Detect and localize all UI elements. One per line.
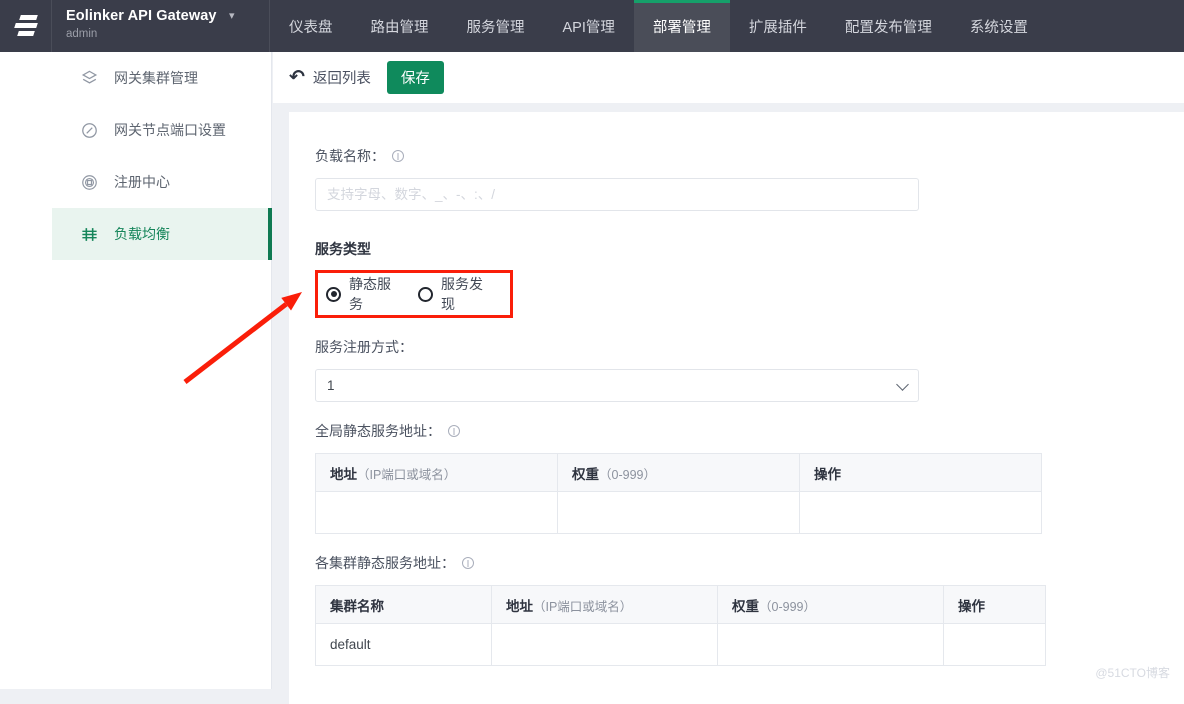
column-header-0: 地址（IP端口或域名） (316, 454, 558, 492)
table-cell[interactable] (492, 624, 718, 666)
tab-4[interactable]: 部署管理 (634, 0, 730, 52)
column-header-main: 地址 (330, 467, 357, 482)
back-to-list-label: 返回列表 (313, 67, 371, 88)
radio-option-label: 静态服务 (349, 274, 401, 314)
column-header-sub: （IP端口或域名） (533, 600, 632, 614)
info-icon[interactable] (392, 150, 404, 162)
back-to-list-button[interactable]: ↶ 返回列表 (289, 67, 371, 88)
main-tabs: 仪表盘路由管理服务管理API管理部署管理扩展插件配置发布管理系统设置 (270, 0, 1184, 52)
brand-title: Eolinker API Gateway (66, 7, 217, 25)
register-method-select-value[interactable]: 1 (315, 369, 919, 402)
tab-6[interactable]: 配置发布管理 (826, 0, 951, 52)
save-button[interactable]: 保存 (387, 61, 444, 94)
cluster-address-label: 各集群静态服务地址： (315, 553, 1184, 573)
table-row[interactable] (316, 492, 1042, 534)
info-icon[interactable] (448, 425, 460, 437)
radio-option-0[interactable]: 静态服务 (326, 274, 401, 314)
column-header-3: 操作 (944, 586, 1046, 624)
radio-option-1[interactable]: 服务发现 (418, 274, 493, 314)
column-header-main: 集群名称 (330, 599, 384, 614)
sidebar-navigation: 网关集群管理网关节点端口设置注册中心负载均衡 (52, 52, 272, 689)
column-header-1: 地址（IP端口或域名） (492, 586, 718, 624)
column-header-main: 权重 (732, 599, 759, 614)
load-name-label: 负载名称： (315, 146, 1184, 166)
sidebar-item-3[interactable]: 负载均衡 (52, 208, 271, 260)
column-header-1: 权重（0-999） (558, 454, 800, 492)
sidebar-item-label: 注册中心 (114, 171, 170, 193)
register-method-label-text: 服务注册方式： (315, 337, 413, 357)
column-header-0: 集群名称 (316, 586, 492, 624)
sidebar-item-2[interactable]: 注册中心 (52, 156, 271, 208)
compass-slash-icon (78, 119, 100, 141)
main-content-area: ↶ 返回列表 保存 负载名称： 服务类型 静态服务服务发现 服务注册方式： 1 … (273, 52, 1184, 689)
left-rail (0, 52, 52, 689)
radio-mark-icon[interactable] (326, 287, 341, 302)
radio-option-label: 服务发现 (441, 274, 493, 314)
chevron-down-icon[interactable]: ▾ (229, 7, 235, 25)
brand-user-label: admin (66, 26, 269, 42)
sidebar-item-label: 网关集群管理 (114, 67, 198, 89)
column-header-sub: （IP端口或域名） (357, 468, 456, 482)
tab-0[interactable]: 仪表盘 (270, 0, 352, 52)
sidebar-item-label: 网关节点端口设置 (114, 119, 226, 141)
column-header-main: 操作 (814, 467, 841, 482)
registry-circle-icon (78, 171, 100, 193)
column-header-sub: （0-999） (599, 468, 656, 482)
tab-2[interactable]: 服务管理 (448, 0, 544, 52)
page-toolbar: ↶ 返回列表 保存 (273, 52, 1184, 104)
tab-1[interactable]: 路由管理 (352, 0, 448, 52)
table-cell[interactable] (558, 492, 800, 534)
tab-7[interactable]: 系统设置 (951, 0, 1047, 52)
column-header-2: 操作 (800, 454, 1042, 492)
sidebar-item-label: 负载均衡 (114, 223, 170, 245)
table-cell[interactable] (944, 624, 1046, 666)
global-address-label: 全局静态服务地址： (315, 421, 1184, 441)
column-header-sub: （0-999） (759, 600, 816, 614)
table-row[interactable]: default (316, 624, 1046, 666)
brand-block[interactable]: Eolinker API Gateway ▾ admin (52, 0, 270, 52)
register-method-label: 服务注册方式： (315, 337, 1184, 357)
column-header-2: 权重（0-999） (718, 586, 944, 624)
hamburger-logo-icon (13, 15, 39, 37)
load-balance-icon (78, 223, 100, 245)
column-header-main: 权重 (572, 467, 599, 482)
table-cell[interactable]: default (316, 624, 492, 666)
table-header-row: 集群名称地址（IP端口或域名）权重（0-999）操作 (316, 586, 1046, 624)
global-address-label-text: 全局静态服务地址： (315, 421, 441, 441)
layers-icon (78, 67, 100, 89)
register-method-select[interactable]: 1 (315, 369, 919, 402)
table-cell[interactable] (800, 492, 1042, 534)
table-cell[interactable] (316, 492, 558, 534)
load-name-input[interactable] (315, 178, 919, 211)
sidebar-item-1[interactable]: 网关节点端口设置 (52, 104, 271, 156)
service-type-radio-group: 静态服务服务发现 (315, 270, 513, 318)
load-name-label-text: 负载名称： (315, 146, 385, 166)
watermark: @51CTO博客 (1095, 664, 1170, 681)
cluster-static-address-table: 集群名称地址（IP端口或域名）权重（0-999）操作default (315, 585, 1046, 666)
column-header-main: 地址 (506, 599, 533, 614)
top-navigation-bar: Eolinker API Gateway ▾ admin 仪表盘路由管理服务管理… (0, 0, 1184, 52)
back-arrow-icon: ↶ (289, 68, 305, 87)
info-icon[interactable] (462, 557, 474, 569)
column-header-main: 操作 (958, 599, 985, 614)
sidebar-item-0[interactable]: 网关集群管理 (52, 52, 271, 104)
tab-3[interactable]: API管理 (544, 0, 634, 52)
load-balance-form-card: 负载名称： 服务类型 静态服务服务发现 服务注册方式： 1 全局静态服务地址： … (289, 112, 1184, 704)
table-header-row: 地址（IP端口或域名）权重（0-999）操作 (316, 454, 1042, 492)
global-static-address-table: 地址（IP端口或域名）权重（0-999）操作 (315, 453, 1042, 534)
tab-5[interactable]: 扩展插件 (730, 0, 826, 52)
table-cell[interactable] (718, 624, 944, 666)
cluster-address-label-text: 各集群静态服务地址： (315, 553, 455, 573)
app-logo-button[interactable] (0, 0, 52, 52)
radio-mark-icon[interactable] (418, 287, 433, 302)
service-type-title: 服务类型 (315, 239, 1184, 259)
